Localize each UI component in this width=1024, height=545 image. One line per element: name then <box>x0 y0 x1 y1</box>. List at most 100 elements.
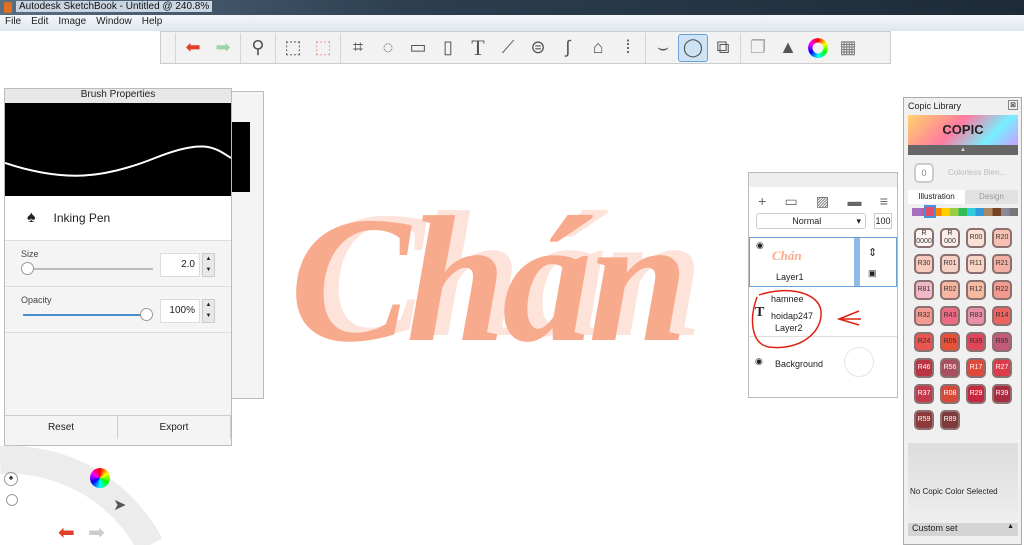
layer-row-background[interactable]: ◉ Background <box>749 339 897 385</box>
copic-swatch[interactable]: R29 <box>966 384 986 404</box>
menu-window[interactable]: Window <box>91 15 137 31</box>
distort-icon[interactable]: ▭ <box>403 34 433 62</box>
selected-family[interactable] <box>924 205 936 218</box>
copy-paste-icon[interactable]: ❐ <box>743 34 773 62</box>
opacity-slider-handle[interactable] <box>140 308 153 321</box>
select-arrow-icon[interactable]: ➤ <box>113 495 126 515</box>
size-value[interactable]: 2.0 <box>160 253 200 277</box>
menu-image[interactable]: Image <box>53 15 91 31</box>
ruler-icon[interactable]: ⟋ <box>493 34 523 62</box>
eye-icon[interactable]: ◉ <box>756 240 764 251</box>
copic-swatch[interactable]: R21 <box>992 254 1012 274</box>
blend-mode-select[interactable]: Normal ▾ <box>756 213 866 229</box>
copic-swatch[interactable]: R24 <box>914 332 934 352</box>
select-icon[interactable]: ⬚ <box>278 34 308 62</box>
reset-button[interactable]: Reset <box>5 416 118 439</box>
redo-icon[interactable]: ➡ <box>88 520 105 545</box>
custom-set-header[interactable]: Custom set ▲ <box>908 523 1018 536</box>
undo-icon[interactable]: ⬅ <box>178 34 208 62</box>
copic-swatch[interactable]: R89 <box>940 410 960 430</box>
brush-icon[interactable]: ♠ <box>4 472 18 486</box>
eye-icon[interactable]: ◉ <box>755 356 763 367</box>
copic-swatch[interactable]: R14 <box>992 306 1012 326</box>
brush-properties-panel: Brush Properties ♠ Inking Pen Size 2.0 ▲ ▼ … <box>4 88 232 446</box>
add-layer-icon[interactable]: + <box>758 193 766 210</box>
menu-file[interactable]: File <box>0 15 26 31</box>
lock-icon[interactable]: ▣ <box>868 268 877 279</box>
canvas-text[interactable]: Chán <box>290 190 688 370</box>
merge-icon[interactable]: ▬ <box>847 193 861 210</box>
brush-size-icon[interactable] <box>6 494 18 506</box>
close-icon[interactable]: ⊠ <box>1008 100 1018 110</box>
copic-swatch[interactable]: R39 <box>992 384 1012 404</box>
color-wheel-icon[interactable] <box>803 34 833 62</box>
perspective-icon[interactable]: ⌂ <box>583 34 613 62</box>
copic-swatch[interactable]: R56 <box>940 358 960 378</box>
transform-select-icon[interactable]: ⬚ <box>308 34 338 62</box>
copic-swatch[interactable]: R05 <box>940 332 960 352</box>
copic-swatch[interactable]: R 0000 <box>914 228 934 248</box>
redo-icon[interactable]: ➡ <box>208 34 238 62</box>
text-icon[interactable]: T <box>463 34 493 62</box>
copic-swatch[interactable]: R00 <box>966 228 986 248</box>
copic-swatch[interactable]: R32 <box>914 306 934 326</box>
brushes-icon[interactable]: ▲ <box>773 34 803 62</box>
tab-illustration[interactable]: Illustration <box>908 190 965 204</box>
zoom-icon[interactable]: ⚲ <box>243 34 273 62</box>
copic-swatch[interactable]: R11 <box>966 254 986 274</box>
copic-swatch[interactable]: R30 <box>914 254 934 274</box>
copic-swatch[interactable]: R85 <box>992 332 1012 352</box>
fill-bucket-icon[interactable]: ▯ <box>433 34 463 62</box>
size-stepper[interactable]: ▲ ▼ <box>202 253 215 277</box>
copic-swatch[interactable]: R27 <box>992 358 1012 378</box>
shapes-icon[interactable]: ⧉ <box>708 34 738 62</box>
copic-swatch[interactable]: R08 <box>940 384 960 404</box>
tab-design[interactable]: Design <box>965 190 1018 204</box>
size-slider[interactable] <box>23 268 153 270</box>
stroke-stabilizer-icon[interactable]: ⌣ <box>648 34 678 62</box>
opacity-label: Opacity <box>21 295 52 305</box>
copic-swatch[interactable]: R22 <box>992 280 1012 300</box>
copic-swatch[interactable]: R83 <box>966 306 986 326</box>
crop-icon[interactable]: ⌗ <box>343 34 373 62</box>
french-curve-icon[interactable]: ∫ <box>553 34 583 62</box>
menu-edit[interactable]: Edit <box>26 15 53 31</box>
menu-icon[interactable]: ≡ <box>880 193 888 210</box>
copic-swatch[interactable]: R01 <box>940 254 960 274</box>
selection-status: No Copic Color Selected <box>910 487 998 496</box>
copic-swatch[interactable]: R20 <box>992 228 1012 248</box>
color-wheel-icon[interactable] <box>90 468 110 488</box>
layer-row-layer1[interactable]: ◉ Chán Layer1 ⇕ ▣ <box>749 237 897 287</box>
menu-help[interactable]: Help <box>137 15 168 31</box>
copic-swatch[interactable]: R02 <box>940 280 960 300</box>
copic-swatch[interactable]: R46 <box>914 358 934 378</box>
copic-swatch[interactable]: R35 <box>966 332 986 352</box>
size-slider-handle[interactable] <box>21 262 34 275</box>
layer-name: Layer1 <box>776 272 804 282</box>
folder-icon[interactable]: ▭ <box>785 193 798 210</box>
ellipse-tool-icon[interactable]: ◯ <box>678 33 708 62</box>
symmetry-icon[interactable]: ⁞ <box>613 34 643 62</box>
undo-icon[interactable]: ⬅ <box>58 520 75 545</box>
opacity-slider[interactable] <box>23 314 153 316</box>
copic-swatch[interactable]: R59 <box>914 410 934 430</box>
copic-swatch[interactable]: R17 <box>966 358 986 378</box>
ellipse-guide-icon[interactable]: ⊜ <box>523 34 553 62</box>
inking-pen-icon: ♠ <box>27 209 36 226</box>
copic-swatch[interactable]: R 000 <box>940 228 960 248</box>
copic-swatch[interactable]: R43 <box>940 306 960 326</box>
export-button[interactable]: Export <box>118 416 231 439</box>
copic-swatch[interactable]: R81 <box>914 280 934 300</box>
opacity-stepper[interactable]: ▲ ▼ <box>202 299 215 323</box>
colorless-blender-swatch[interactable]: 0 <box>914 163 934 183</box>
copic-swatch[interactable]: R12 <box>966 280 986 300</box>
swatches-icon[interactable]: ▦ <box>833 34 863 62</box>
copic-logo: COPIC ▲ <box>908 115 1018 155</box>
layer-row-layer2[interactable]: hamnee T hoidap247 Layer2 <box>749 289 897 349</box>
move-layer-icon[interactable]: ⇕ <box>868 246 877 259</box>
image-layer-icon[interactable]: ▨ <box>816 193 829 210</box>
lasso-move-icon[interactable]: ◌ <box>373 34 403 62</box>
layer-opacity[interactable]: 100 <box>874 213 892 229</box>
copic-swatch[interactable]: R37 <box>914 384 934 404</box>
opacity-value[interactable]: 100% <box>160 299 200 323</box>
